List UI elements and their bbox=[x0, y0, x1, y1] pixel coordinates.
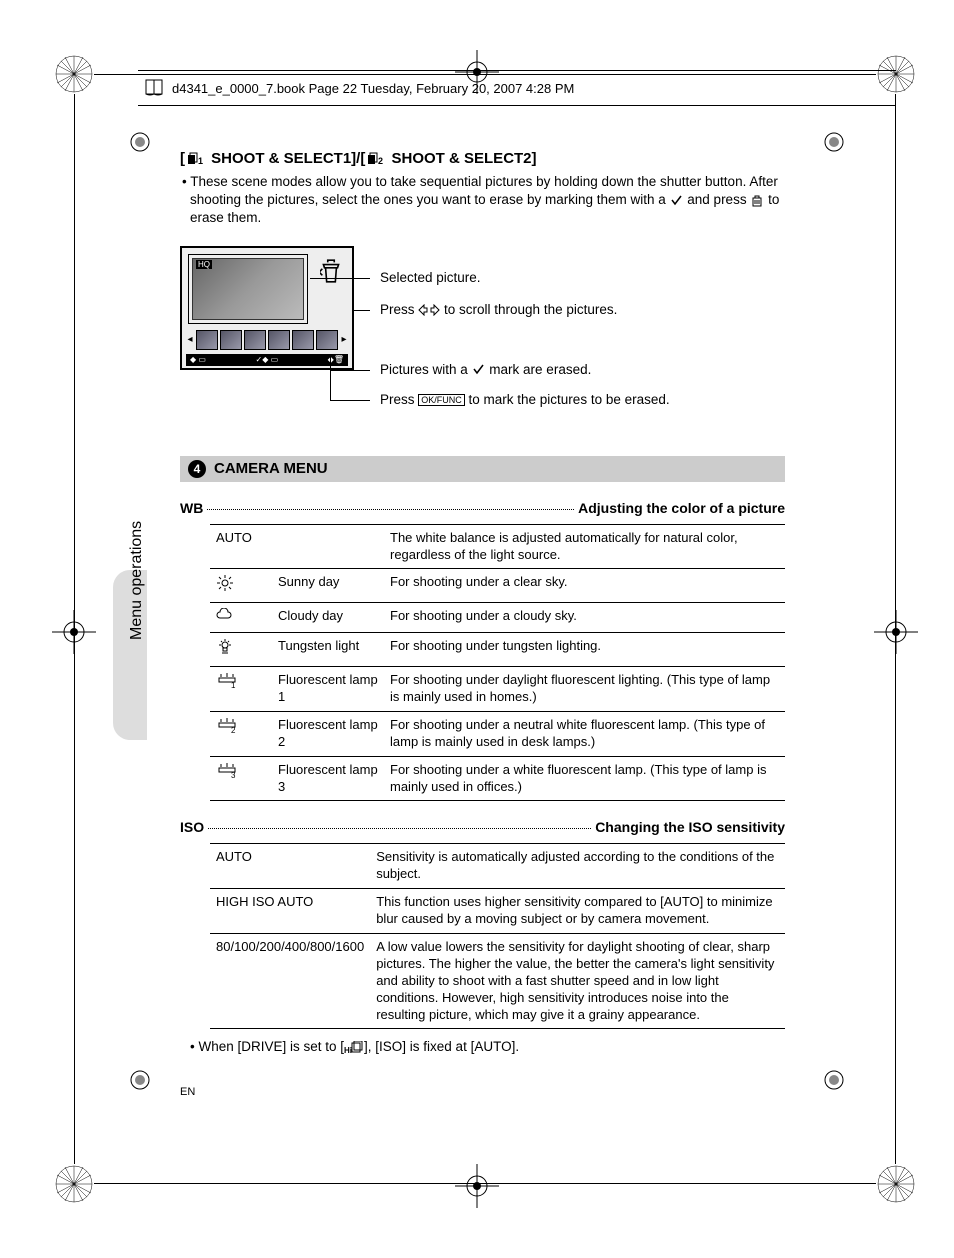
table-row: 3Fluorescent lamp 3For shooting under a … bbox=[210, 756, 785, 801]
camera-menu-heading: 4 CAMERA MENU bbox=[180, 456, 785, 482]
wb-label: WB bbox=[180, 500, 203, 516]
checkmark-icon bbox=[670, 195, 684, 207]
burst1-icon: 1 bbox=[187, 152, 205, 166]
register-mark-icon bbox=[54, 54, 94, 94]
erase-icon bbox=[750, 194, 764, 208]
table-row: 1Fluorescent lamp 1For shooting under da… bbox=[210, 667, 785, 712]
iso-note: • When [DRIVE] is set to [Hi], [ISO] is … bbox=[190, 1039, 785, 1054]
section-number-icon: 4 bbox=[188, 460, 206, 478]
iso-label: ISO bbox=[180, 819, 204, 835]
callout-selected-picture: Selected picture. bbox=[380, 270, 481, 285]
checkmark-icon bbox=[472, 364, 486, 376]
side-tab-label: Menu operations bbox=[128, 521, 146, 640]
svg-text:1: 1 bbox=[231, 681, 236, 688]
crosshair-icon bbox=[874, 610, 918, 654]
svg-text:Hi: Hi bbox=[344, 1046, 352, 1055]
dot-icon bbox=[128, 130, 152, 154]
wb-desc: Adjusting the color of a picture bbox=[578, 500, 785, 516]
table-row: 80/100/200/400/800/1600A low value lower… bbox=[210, 934, 785, 1029]
shoot-select-desc: • These scene modes allow you to take se… bbox=[190, 173, 785, 228]
table-row: Sunny dayFor shooting under a clear sky. bbox=[210, 569, 785, 603]
burst2-icon: 2 bbox=[367, 152, 385, 166]
book-icon bbox=[144, 78, 166, 98]
wb-heading: WB Adjusting the color of a picture bbox=[180, 500, 785, 516]
register-mark-icon bbox=[54, 1164, 94, 1204]
fluorescent1-icon: 1 bbox=[216, 672, 238, 688]
okfunc-icon: OK/FUNC bbox=[418, 394, 465, 407]
crosshair-icon bbox=[455, 1164, 499, 1208]
left-right-icon bbox=[418, 304, 440, 316]
dot-icon bbox=[822, 130, 846, 154]
page-footer: EN bbox=[180, 1086, 195, 1098]
svg-text:2: 2 bbox=[231, 726, 236, 733]
svg-text:2: 2 bbox=[378, 156, 383, 166]
svg-text:3: 3 bbox=[231, 771, 236, 778]
trash-icon bbox=[320, 258, 342, 284]
iso-table: AUTOSensitivity is automatically adjuste… bbox=[210, 843, 785, 1029]
iso-desc: Changing the ISO sensitivity bbox=[595, 819, 785, 835]
camera-menu-title: CAMERA MENU bbox=[214, 460, 328, 477]
table-row: AUTOSensitivity is automatically adjuste… bbox=[210, 844, 785, 889]
callout-erased: Pictures with a mark are erased. bbox=[380, 362, 591, 377]
callout-scroll: Press to scroll through the pictures. bbox=[380, 302, 617, 317]
framemaker-header: d4341_e_0000_7.book Page 22 Tuesday, Feb… bbox=[138, 70, 896, 106]
table-row: AUTOThe white balance is adjusted automa… bbox=[210, 524, 785, 569]
dot-icon bbox=[128, 1068, 152, 1092]
lcd-screen: HQ ◂ ▸ ◆ ▭✓◆ ▭◆🗑 bbox=[180, 246, 354, 370]
shoot-select-heading: [1 SHOOT & SELECT1]/[2 SHOOT & SELECT2] bbox=[180, 150, 785, 167]
header-text: d4341_e_0000_7.book Page 22 Tuesday, Feb… bbox=[172, 81, 574, 96]
iso-heading: ISO Changing the ISO sensitivity bbox=[180, 819, 785, 835]
hi-burst-icon: Hi bbox=[344, 1041, 364, 1055]
table-row: 2Fluorescent lamp 2For shooting under a … bbox=[210, 711, 785, 756]
table-row: Cloudy dayFor shooting under a cloudy sk… bbox=[210, 603, 785, 633]
table-row: Tungsten lightFor shooting under tungste… bbox=[210, 633, 785, 667]
svg-text:1: 1 bbox=[198, 156, 203, 166]
fluorescent3-icon: 3 bbox=[216, 762, 238, 778]
fluorescent2-icon: 2 bbox=[216, 717, 238, 733]
cloud-icon bbox=[216, 608, 236, 622]
shoot-select-diagram: HQ ◂ ▸ ◆ ▭✓◆ ▭◆🗑 Selected picture. Press… bbox=[180, 246, 785, 426]
callout-mark: Press OK/FUNC to mark the pictures to be… bbox=[380, 392, 670, 407]
wb-table: AUTOThe white balance is adjusted automa… bbox=[210, 524, 785, 802]
tungsten-icon bbox=[216, 638, 234, 656]
table-row: HIGH ISO AUTOThis function uses higher s… bbox=[210, 889, 785, 934]
dot-icon bbox=[822, 1068, 846, 1092]
sun-icon bbox=[216, 574, 234, 592]
register-mark-icon bbox=[876, 1164, 916, 1204]
